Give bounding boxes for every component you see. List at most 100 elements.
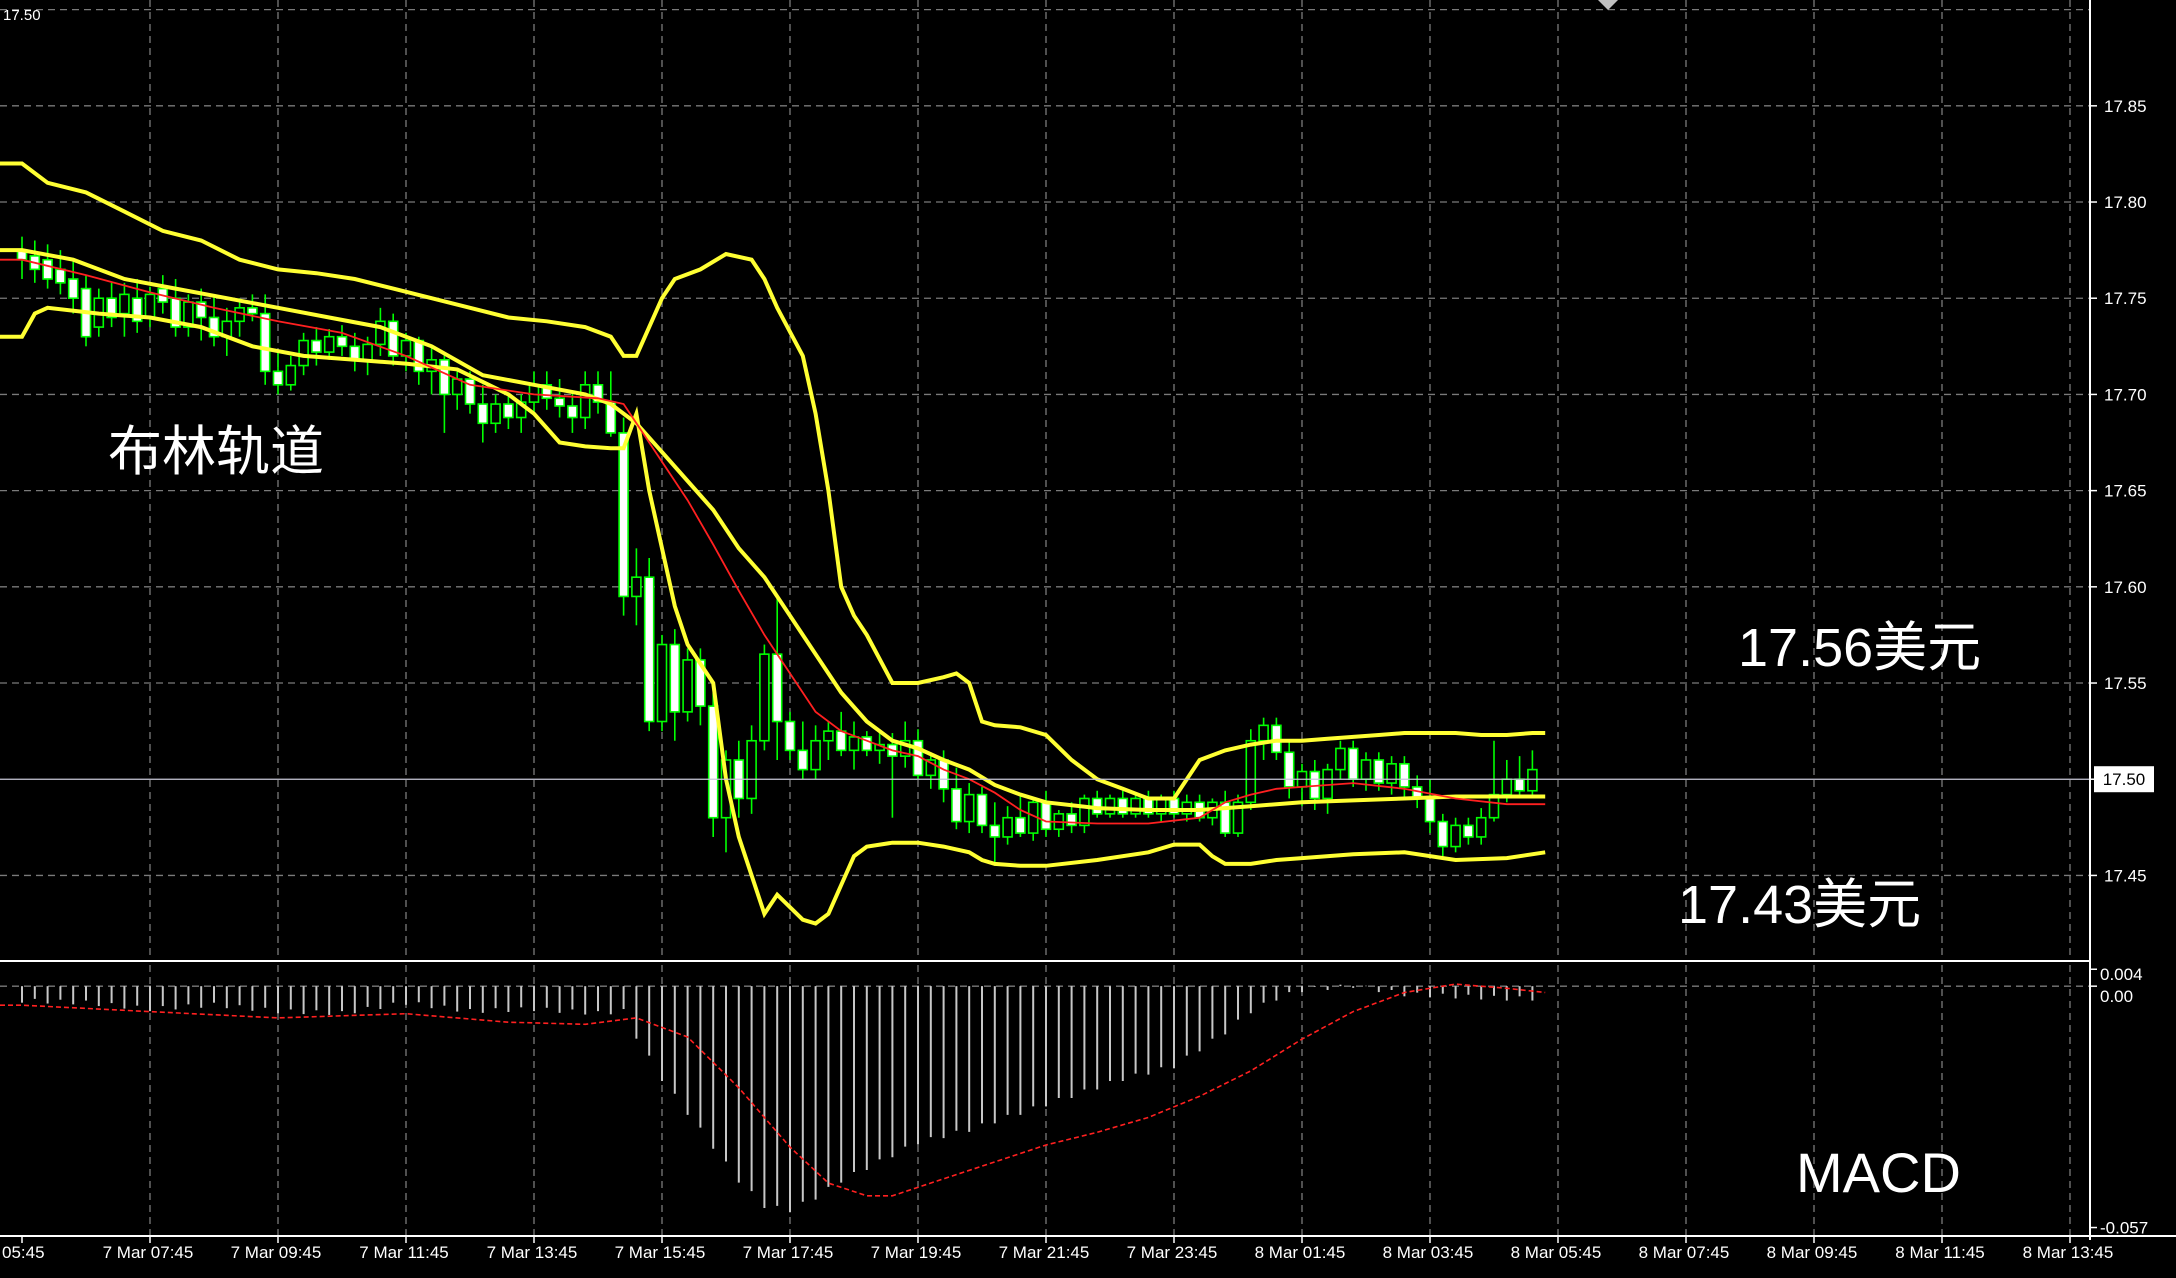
candle-body xyxy=(976,793,988,827)
macd-label: MACD xyxy=(1796,1141,1961,1204)
candle-body xyxy=(618,432,629,598)
x-tick-label: 8 Mar 09:45 xyxy=(1767,1243,1858,1262)
macd-tick-label: 0.00 xyxy=(2100,987,2133,1006)
candle-body xyxy=(1437,820,1449,848)
candle xyxy=(1104,794,1116,818)
candle-body xyxy=(1386,763,1397,784)
candle-body xyxy=(272,370,284,386)
candle-body xyxy=(823,730,834,742)
candle-body xyxy=(951,788,962,823)
candle-body xyxy=(1066,813,1077,827)
current-price-marker: 17.50 xyxy=(2094,766,2154,793)
candle-body xyxy=(1335,747,1346,771)
candle xyxy=(656,634,668,732)
candle-body xyxy=(400,339,412,357)
candle-body xyxy=(490,403,501,425)
candle-body xyxy=(1117,797,1129,815)
macd-tick-label: -0.057 xyxy=(2100,1219,2148,1238)
candle-body xyxy=(567,405,578,419)
candle-body xyxy=(784,720,796,752)
y-tick-label: 17.80 xyxy=(2104,193,2147,212)
candle-body xyxy=(503,403,514,419)
candle-body xyxy=(554,397,565,407)
candle-body xyxy=(439,358,450,396)
candle-body xyxy=(746,739,757,800)
candle-body xyxy=(144,293,156,319)
candle-body xyxy=(759,653,770,742)
candle-body xyxy=(643,576,655,723)
y-tick-label: 17.70 xyxy=(2104,385,2147,404)
candle-body xyxy=(810,739,821,771)
candle-body xyxy=(771,653,783,723)
candle-body xyxy=(55,268,66,284)
bollinger-annotation: 布林轨道 xyxy=(108,422,324,482)
candle-body xyxy=(1347,747,1359,781)
candle xyxy=(976,786,988,834)
candle-body xyxy=(1015,816,1026,834)
top-left-price-label: 17.50 xyxy=(3,7,41,24)
y-tick-label: 17.75 xyxy=(2104,289,2147,308)
x-tick-label: 7 Mar 23:45 xyxy=(1127,1243,1218,1262)
candle-body xyxy=(835,730,847,752)
candle xyxy=(682,648,693,722)
candle-body xyxy=(579,383,591,419)
candle-body xyxy=(1360,759,1372,781)
candle-body xyxy=(1514,778,1525,792)
candle-body xyxy=(1258,724,1269,742)
x-tick-label: 7 Mar 13:45 xyxy=(487,1243,578,1262)
candle-body xyxy=(285,364,297,386)
upper-price-annotation: 17.56美元 xyxy=(1738,618,1981,678)
x-tick-label: 7 Mar 21:45 xyxy=(999,1243,1090,1262)
candle-body xyxy=(1501,778,1513,796)
x-tick-label: 8 Mar 13:45 xyxy=(2023,1243,2114,1262)
candle-body xyxy=(1040,801,1052,831)
x-tick-label: 8 Mar 01:45 xyxy=(1255,1243,1346,1262)
candle-body xyxy=(631,576,642,598)
candle-body xyxy=(669,643,681,713)
candle-body xyxy=(707,705,719,819)
y-tick-label: 17.60 xyxy=(2104,578,2147,597)
candle-body xyxy=(989,824,1001,838)
x-tick-label: 7 Mar 11:45 xyxy=(359,1243,448,1262)
candle-body xyxy=(848,736,860,752)
candle-body xyxy=(1399,763,1410,788)
y-tick-label: 17.55 xyxy=(2104,674,2147,693)
candle-body xyxy=(1104,797,1116,815)
candle-body xyxy=(298,339,309,367)
lower-price-annotation: 17.43美元 xyxy=(1678,875,1921,935)
candle-body xyxy=(67,278,79,300)
candle xyxy=(759,644,770,751)
candle-body xyxy=(1527,768,1538,792)
candle-body xyxy=(336,335,348,348)
candle-body xyxy=(323,335,335,353)
candle xyxy=(643,557,655,732)
candle-body xyxy=(1424,797,1436,823)
price-chart: 17.85 17.80 17.75 17.70 17.65 17.60 17.55 17.50… xyxy=(0,0,2176,1278)
x-tick-label: 05:45 xyxy=(2,1243,45,1262)
candle xyxy=(1347,740,1359,787)
candle-body xyxy=(682,659,693,713)
candle-body xyxy=(477,403,489,425)
candle-body xyxy=(247,307,258,315)
x-tick-label: 7 Mar 07:45 xyxy=(103,1243,194,1262)
x-tick-label: 7 Mar 17:45 xyxy=(743,1243,834,1262)
x-tick-label: 7 Mar 19:45 xyxy=(871,1243,962,1262)
candle-body xyxy=(797,749,809,771)
x-tick-label: 7 Mar 09:45 xyxy=(231,1243,322,1262)
candle-body xyxy=(938,759,949,790)
x-tick-label: 7 Mar 15:45 xyxy=(615,1243,706,1262)
candle-body xyxy=(1463,824,1474,838)
candle-body xyxy=(1079,797,1090,827)
candle xyxy=(1245,729,1257,811)
x-tick-label: 8 Mar 03:45 xyxy=(1383,1243,1474,1262)
candle-body xyxy=(119,293,130,315)
x-tick-label: 8 Mar 11:45 xyxy=(1895,1243,1984,1262)
macd-tick-label: 0.004 xyxy=(2100,965,2143,984)
candle-body xyxy=(1450,824,1461,848)
candle-body xyxy=(1283,751,1295,788)
candle-body xyxy=(1002,816,1013,838)
candle-body xyxy=(1475,816,1487,838)
candle-body xyxy=(656,643,668,723)
y-tick-label: 17.65 xyxy=(2104,482,2147,501)
candle xyxy=(1130,794,1141,818)
